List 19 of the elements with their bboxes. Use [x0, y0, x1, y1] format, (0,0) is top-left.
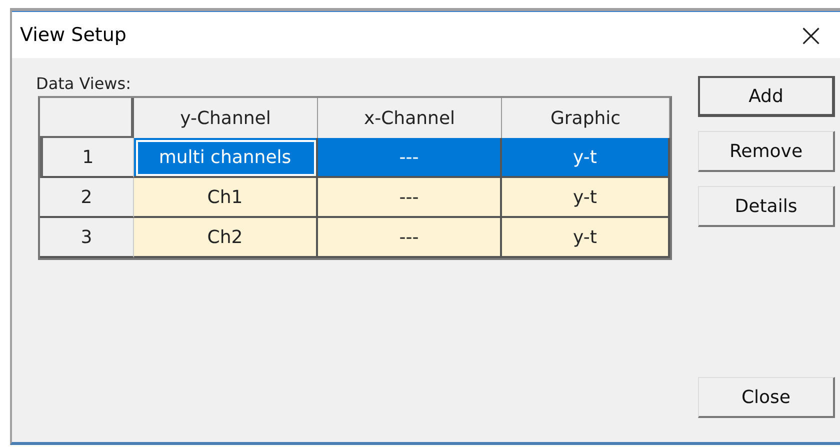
dialog-button[interactable]: Remove — [698, 131, 835, 172]
dialog-button[interactable]: Details — [698, 186, 835, 227]
table-cell[interactable]: --- — [318, 138, 502, 178]
table-cell[interactable]: y-t — [502, 178, 670, 218]
group-label: Data Views: — [36, 74, 132, 94]
table-cell[interactable]: Ch1 — [134, 178, 318, 218]
dialog-button[interactable]: Add — [698, 76, 835, 117]
row-header[interactable]: 1 — [40, 138, 134, 178]
table-cell[interactable]: --- — [318, 218, 502, 258]
window-title: View Setup — [20, 24, 126, 46]
close-dialog-button[interactable]: Close — [698, 377, 835, 418]
row-header[interactable]: 3 — [40, 218, 134, 258]
table-cell[interactable]: y-t — [502, 218, 670, 258]
table-cell[interactable]: y-t — [502, 138, 670, 178]
row-header[interactable]: 2 — [40, 178, 134, 218]
table-cell[interactable]: --- — [318, 178, 502, 218]
close-button[interactable]: × — [786, 13, 836, 57]
table-cell[interactable]: multi channels — [134, 138, 318, 178]
table-cell[interactable]: Ch2 — [134, 218, 318, 258]
